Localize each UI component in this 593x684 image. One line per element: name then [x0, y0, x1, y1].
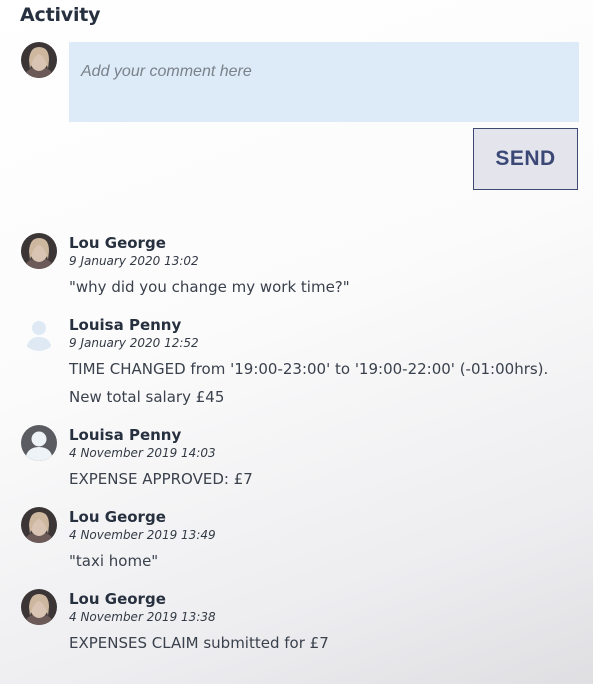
entry-timestamp: 9 January 2020 12:52: [69, 336, 199, 350]
entry-timestamp: 4 November 2019 14:03: [69, 446, 216, 460]
entry-message: EXPENSES CLAIM submitted for £7: [69, 634, 329, 652]
entry-author: Louisa Penny: [69, 316, 182, 334]
entry-author: Lou George: [69, 234, 166, 252]
entry-message: "why did you change my work time?": [69, 278, 350, 296]
user-placeholder-icon: [21, 425, 57, 461]
user-placeholder-icon: [21, 315, 57, 351]
entry-author: Lou George: [69, 590, 166, 608]
entry-timestamp: 9 January 2020 13:02: [69, 254, 199, 268]
user-avatar: [21, 507, 57, 543]
current-user-avatar: [21, 42, 57, 78]
send-button[interactable]: SEND: [473, 128, 578, 190]
user-avatar: [21, 233, 57, 269]
entry-timestamp: 4 November 2019 13:49: [69, 528, 216, 542]
entry-timestamp: 4 November 2019 13:38: [69, 610, 216, 624]
entry-author: Louisa Penny: [69, 426, 182, 444]
comment-input[interactable]: [69, 42, 579, 122]
entry-message: TIME CHANGED from '19:00-23:00' to '19:0…: [69, 360, 549, 406]
entry-message: "taxi home": [69, 552, 159, 570]
activity-title: Activity: [20, 4, 101, 26]
entry-author: Lou George: [69, 508, 166, 526]
user-avatar: [21, 589, 57, 625]
entry-message: EXPENSE APPROVED: £7: [69, 470, 253, 488]
